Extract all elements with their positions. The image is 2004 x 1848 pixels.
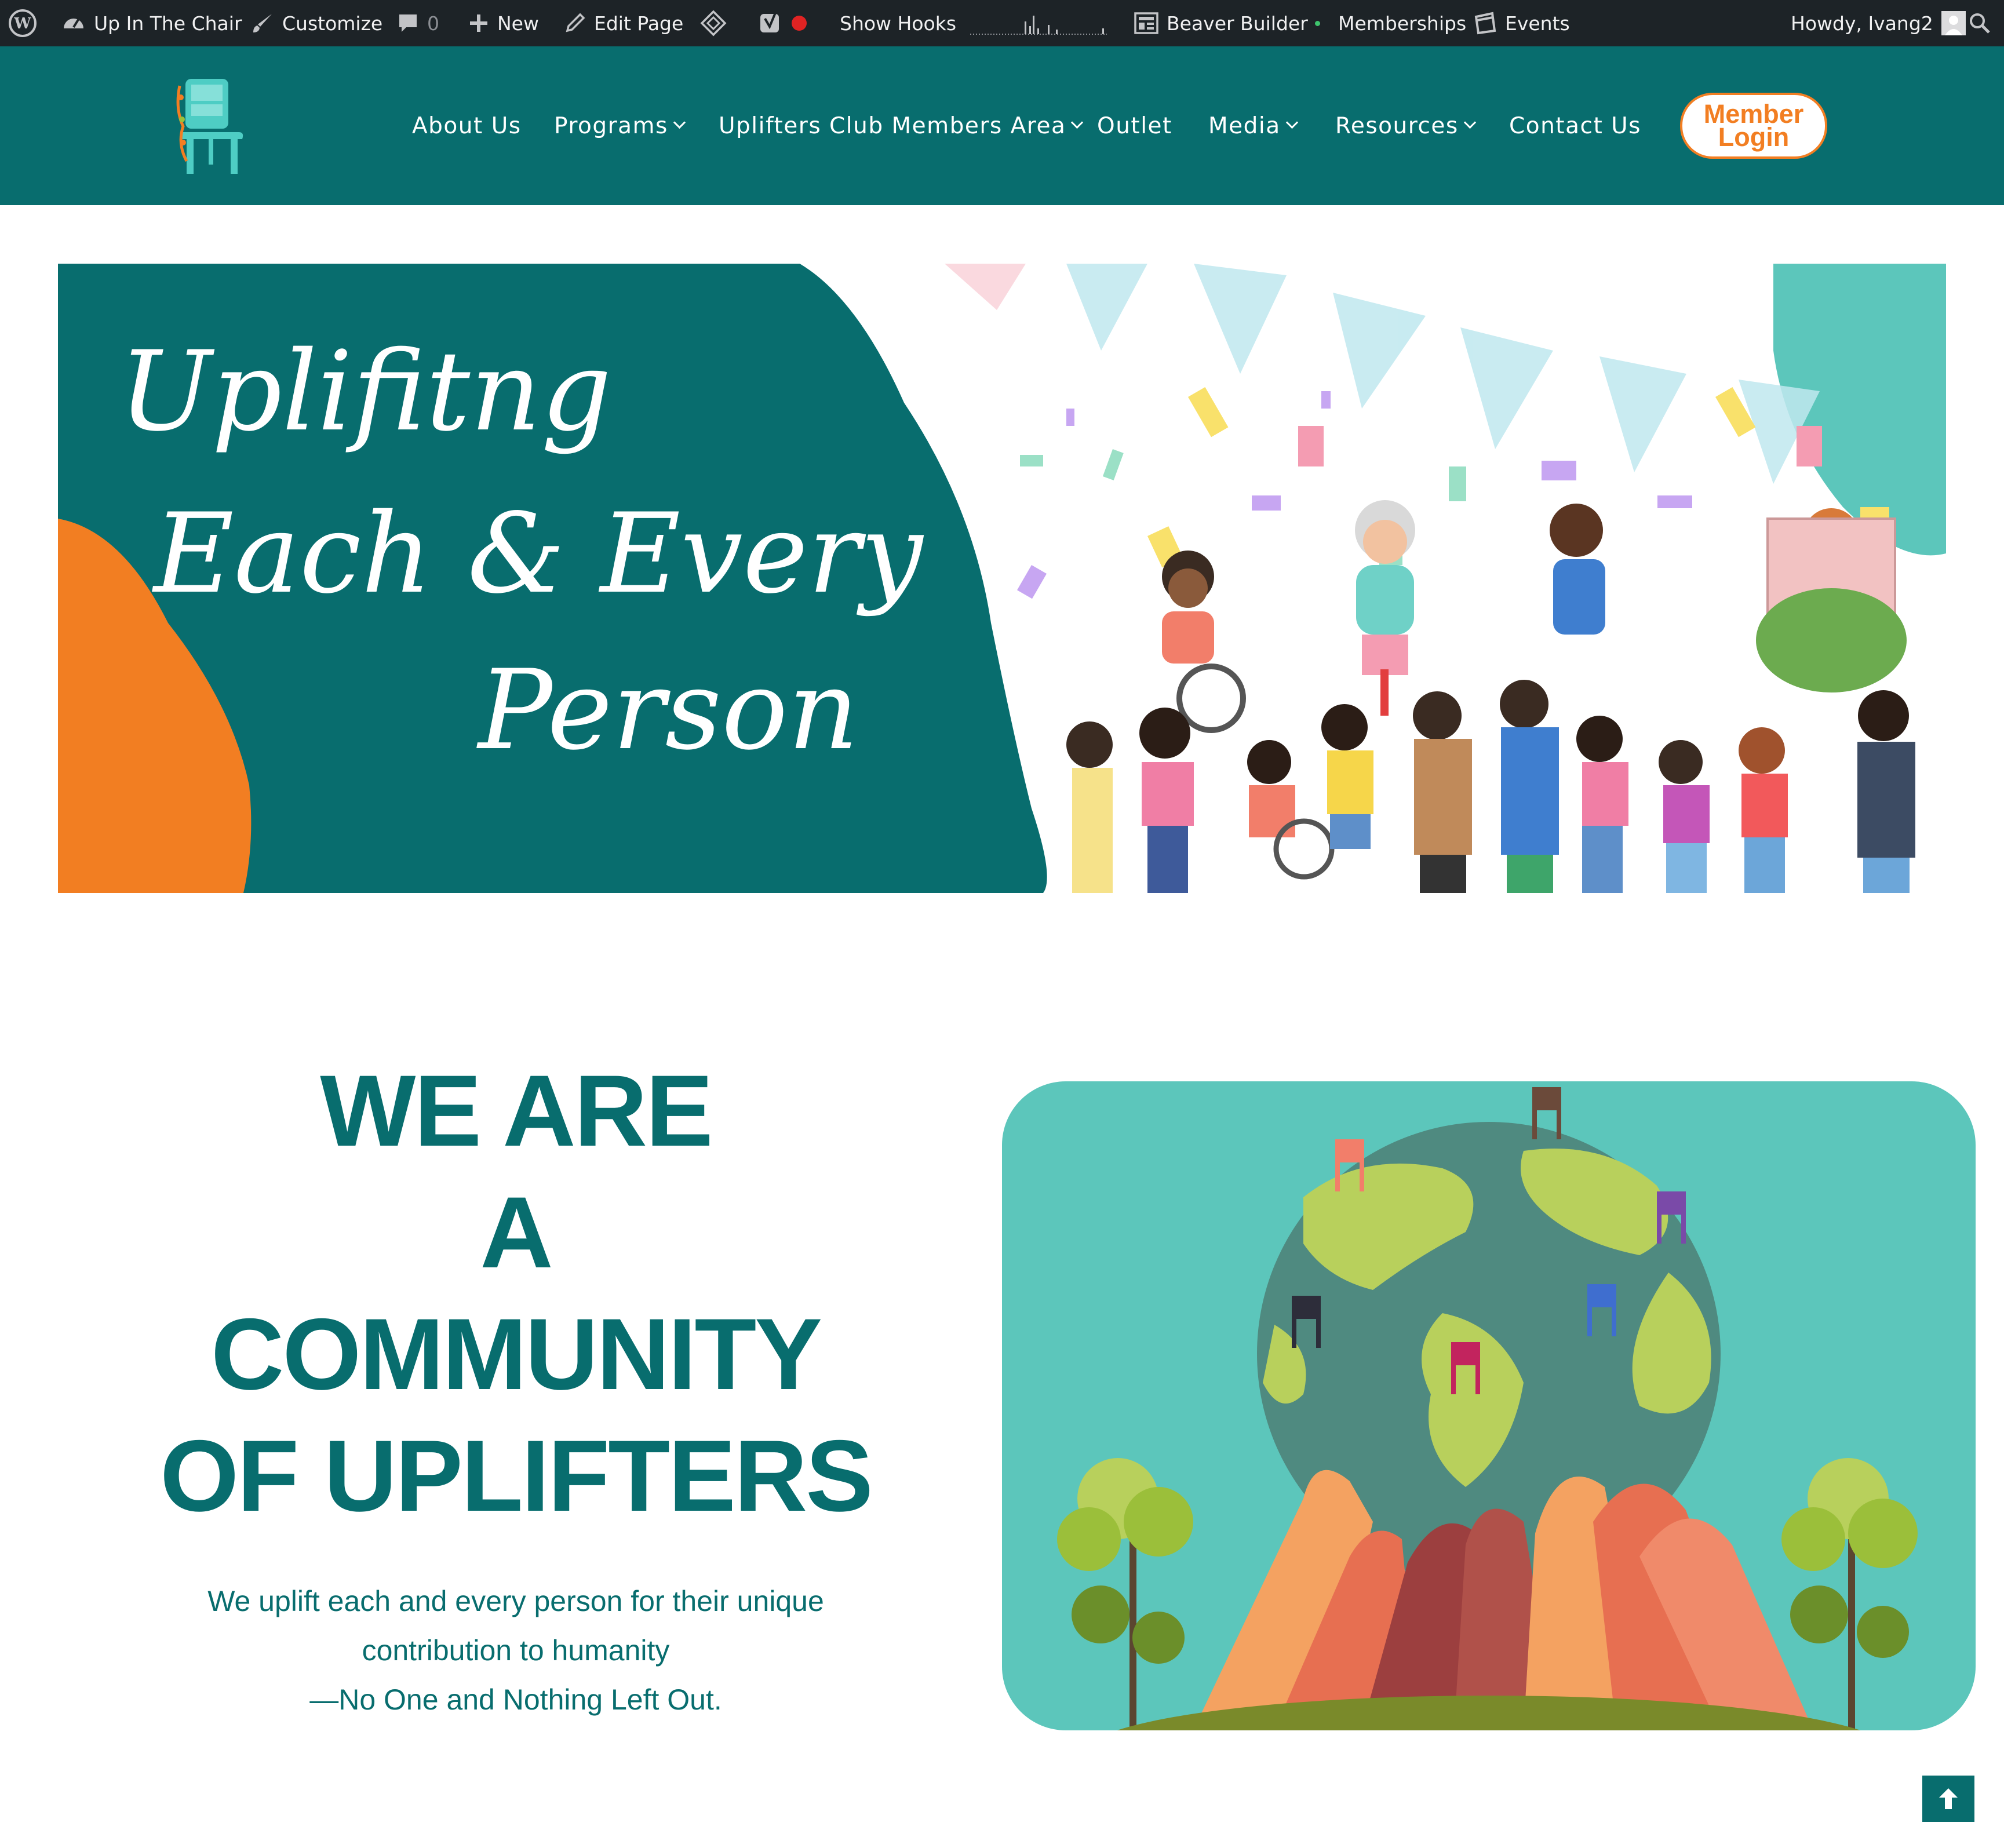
community-headline-2: A	[480, 1176, 553, 1289]
hero-title-line1: Uplifitng	[119, 327, 612, 455]
howdy-label: Howdy, Ivang2	[1791, 12, 1933, 35]
plus-icon	[468, 13, 489, 34]
hero-title-line3: Person	[478, 646, 859, 774]
nav-resources[interactable]: Resources	[1335, 46, 1476, 205]
community-headline-3: COMMUNITY	[210, 1298, 822, 1411]
query-monitor-graph[interactable]	[969, 0, 1116, 46]
admin-bar: W Up In The Chair Customize 0 New Edit P…	[0, 0, 2004, 46]
community-subtext-3: —No One and Nothing Left Out.	[309, 1683, 722, 1716]
diamond-menu[interactable]	[700, 0, 735, 46]
nav-about-us-label: About Us	[412, 112, 522, 139]
status-dot	[1314, 20, 1320, 26]
builder-icon	[1134, 12, 1158, 34]
nav-media-label: Media	[1208, 112, 1281, 139]
nav-about-us[interactable]: About Us	[412, 46, 522, 205]
yoast-icon	[758, 10, 784, 36]
new-content-menu[interactable]: New	[468, 0, 539, 46]
chevron-down-icon	[1285, 116, 1298, 129]
nav-resources-label: Resources	[1335, 112, 1459, 139]
nav-outlet-label: Outlet	[1097, 112, 1172, 139]
chevron-down-icon	[673, 116, 686, 129]
beaver-builder-link[interactable]: Beaver Builder	[1134, 0, 1320, 46]
search-icon	[1968, 12, 1991, 35]
brush-icon	[251, 12, 274, 35]
diamond-icon	[700, 10, 727, 37]
site-name-label: Up In The Chair	[94, 12, 242, 35]
member-login-line2: Login	[1718, 122, 1790, 152]
globe-illustration	[1002, 1081, 1976, 1730]
hero-title-line2: Each & Every	[154, 490, 923, 618]
graph-icon	[969, 9, 1108, 38]
edit-page-link[interactable]: Edit Page	[564, 0, 683, 46]
events-label: Events	[1505, 12, 1570, 35]
nav-contact-us[interactable]: Contact Us	[1509, 46, 1641, 205]
scroll-to-top-button[interactable]	[1922, 1776, 1974, 1822]
customize-link[interactable]: Customize	[251, 0, 382, 46]
record-icon	[792, 16, 807, 31]
comments-count: 0	[427, 12, 439, 35]
calendar-icon	[1473, 11, 1497, 35]
dashboard-icon	[61, 11, 86, 35]
site-name-menu[interactable]: Up In The Chair	[61, 0, 242, 46]
nav-programs[interactable]: Programs	[554, 46, 686, 205]
comments-link[interactable]: 0	[397, 0, 439, 46]
wp-logo-menu[interactable]: W	[8, 0, 45, 46]
my-account-menu[interactable]: Howdy, Ivang2	[1791, 0, 1974, 46]
nav-uplifters-club-label: Uplifters Club Members Area	[719, 112, 1066, 139]
member-login-button[interactable]: Member Login	[1680, 93, 1827, 159]
community-subtext-2: contribution to humanity	[362, 1634, 670, 1667]
avatar-icon	[1941, 11, 1966, 35]
svg-text:W: W	[13, 15, 31, 32]
nav-media[interactable]: Media	[1208, 46, 1298, 205]
arrow-up-icon	[1939, 1788, 1958, 1809]
chevron-down-icon	[1463, 116, 1476, 129]
nav-contact-us-label: Contact Us	[1509, 112, 1641, 139]
site-logo[interactable]	[174, 74, 249, 178]
new-label: New	[497, 12, 539, 35]
pencil-icon	[564, 12, 586, 34]
admin-search[interactable]	[1968, 0, 1999, 46]
edit-page-label: Edit Page	[594, 12, 684, 35]
show-hooks-label: Show Hooks	[840, 12, 957, 35]
memberships-label: Memberships	[1338, 12, 1467, 35]
wordpress-icon: W	[8, 9, 37, 38]
nav-uplifters-club[interactable]: Uplifters Club Members Area	[719, 46, 1084, 205]
events-link[interactable]: Events	[1473, 0, 1570, 46]
memberships-link[interactable]: Memberships	[1338, 0, 1466, 46]
hero-banner: Uplifitng Each & Every Person	[58, 264, 1946, 893]
nav-programs-label: Programs	[554, 112, 668, 139]
community-headline-4: OF UPLIFTERS	[160, 1420, 873, 1533]
beaver-builder-label: Beaver Builder	[1167, 12, 1308, 35]
yoast-menu[interactable]	[758, 0, 815, 46]
nav-outlet[interactable]: Outlet	[1097, 46, 1172, 205]
chair-logo-icon	[176, 79, 243, 174]
community-headline-1: WE ARE	[320, 1055, 713, 1168]
community-subtext-1: We uplift each and every person for thei…	[207, 1585, 824, 1617]
site-header: About Us Programs Uplifters Club Members…	[0, 46, 2004, 205]
comment-icon	[397, 12, 419, 34]
customize-label: Customize	[282, 12, 383, 35]
show-hooks-link[interactable]: Show Hooks	[840, 0, 956, 46]
chevron-down-icon	[1071, 116, 1084, 129]
